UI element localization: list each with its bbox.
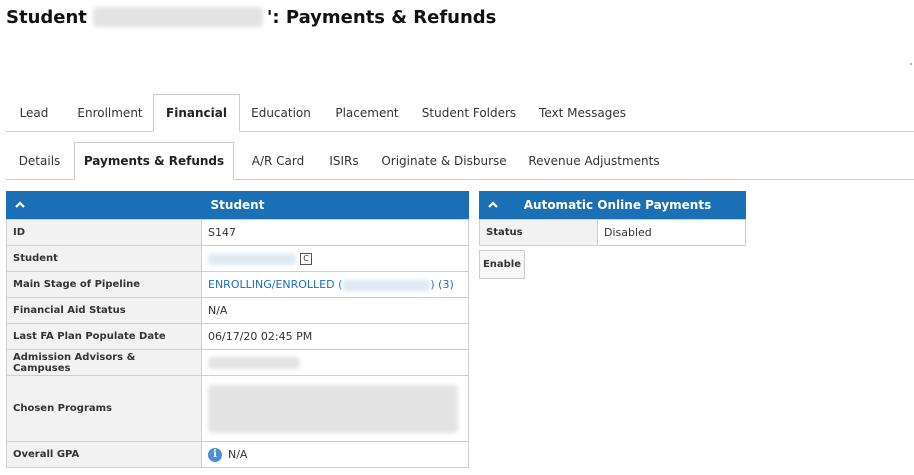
tab-student-folders[interactable]: Student Folders <box>413 94 525 131</box>
id-label: ID <box>6 219 202 246</box>
gpa-label: Overall GPA <box>6 441 202 468</box>
student-panel-header: Student <box>6 191 469 219</box>
table-row: Chosen Programs <box>6 375 469 442</box>
fa-status-label: Financial Aid Status <box>6 297 202 324</box>
auto-payments-table: Status Disabled <box>479 219 746 246</box>
table-row: Last FA Plan Populate Date 06/17/20 02:4… <box>6 323 469 350</box>
info-icon[interactable]: i <box>208 447 222 462</box>
gpa-value-cell: i N/A <box>201 441 469 468</box>
fa-plan-date-label: Last FA Plan Populate Date <box>6 323 202 350</box>
table-row: ID S147 <box>6 219 469 246</box>
fa-status-value: N/A <box>201 297 469 324</box>
tab-financial[interactable]: Financial <box>153 94 240 132</box>
student-value: C <box>201 245 469 272</box>
table-row: Financial Aid Status N/A <box>6 297 469 324</box>
tab-isirs[interactable]: ISIRs <box>320 142 368 179</box>
pipeline-label: Main Stage of Pipeline <box>6 271 202 298</box>
status-value: Disabled <box>597 219 746 246</box>
decorative-dot <box>910 63 912 65</box>
tab-details[interactable]: Details <box>6 142 73 179</box>
sub-tab-bar: Details Payments & Refunds A/R Card ISIR… <box>6 142 914 180</box>
student-label: Student <box>6 245 202 272</box>
redacted-programs <box>208 384 458 433</box>
tab-payments-refunds[interactable]: Payments & Refunds <box>74 142 234 180</box>
redacted-student-link[interactable] <box>208 253 296 265</box>
table-row: Main Stage of Pipeline ENROLLING/ENROLLE… <box>6 271 469 298</box>
auto-payments-panel: Automatic Online Payments Status Disable… <box>479 191 746 246</box>
tab-placement[interactable]: Placement <box>326 94 408 131</box>
chosen-programs-value <box>201 375 469 442</box>
tab-education[interactable]: Education <box>242 94 320 131</box>
fa-plan-date-value: 06/17/20 02:45 PM <box>201 323 469 350</box>
tab-originate-disburse[interactable]: Originate & Disburse <box>380 142 508 179</box>
tab-ar-card[interactable]: A/R Card <box>240 142 316 179</box>
pipeline-link-suffix[interactable]: ) (3) <box>430 278 453 291</box>
gpa-value: N/A <box>228 447 248 461</box>
redacted-advisors <box>208 357 300 369</box>
tab-enrollment[interactable]: Enrollment <box>66 94 154 131</box>
main-tab-bar: Lead Enrollment Financial Education Plac… <box>6 94 914 132</box>
id-value: S147 <box>201 219 469 246</box>
table-row: Overall GPA i N/A <box>6 441 469 468</box>
pipeline-link-prefix[interactable]: ENROLLING/ENROLLED ( <box>208 278 342 291</box>
c-badge-icon[interactable]: C <box>300 253 312 265</box>
student-panel-title: Student <box>210 198 265 212</box>
table-row: Student C <box>6 245 469 272</box>
enable-button[interactable]: Enable <box>479 250 525 279</box>
auto-payments-panel-header: Automatic Online Payments <box>479 191 746 219</box>
page-title-suffix: ': Payments & Refunds <box>266 6 497 28</box>
table-row: Admission Advisors & Campuses <box>6 349 469 376</box>
redacted-student-name <box>92 7 263 27</box>
tab-lead[interactable]: Lead <box>6 94 62 131</box>
pipeline-value: ENROLLING/ENROLLED ( ) (3) <box>201 271 469 298</box>
redacted-pipeline-name <box>342 279 431 291</box>
chosen-programs-label: Chosen Programs <box>6 375 202 442</box>
page-title-prefix: Student <box>6 6 87 28</box>
advisors-label: Admission Advisors & Campuses <box>6 349 202 376</box>
student-info-table: ID S147 Student C Main Stage of Pipeline… <box>6 219 469 468</box>
tab-revenue-adjustments[interactable]: Revenue Adjustments <box>526 142 662 179</box>
advisors-value <box>201 349 469 376</box>
auto-payments-panel-title: Automatic Online Payments <box>523 198 712 212</box>
page-title: Student ': Payments & Refunds <box>6 4 496 30</box>
table-row: Status Disabled <box>479 219 746 246</box>
student-panel: Student ID S147 Student C Main Stage of … <box>6 191 469 468</box>
tab-text-messages[interactable]: Text Messages <box>531 94 634 131</box>
main-tab-bar-divider <box>6 131 914 132</box>
status-label: Status <box>479 219 598 246</box>
chevron-up-icon[interactable] <box>14 199 26 211</box>
chevron-up-icon[interactable] <box>487 199 499 211</box>
